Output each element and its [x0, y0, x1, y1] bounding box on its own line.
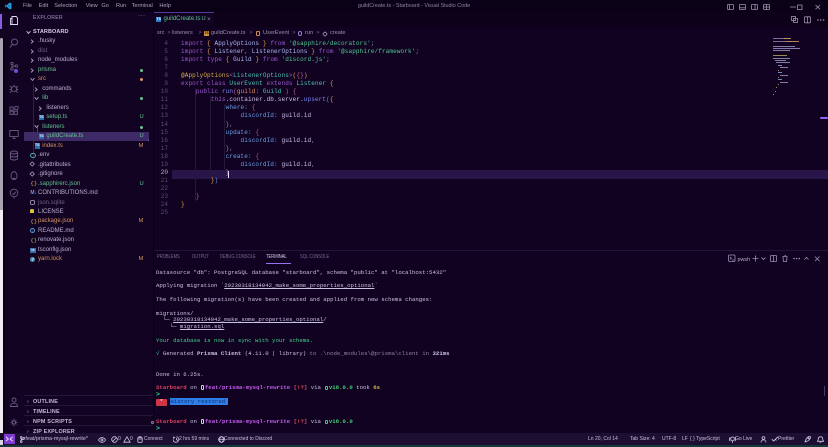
- svg-text:pwsh: pwsh: [738, 256, 751, 262]
